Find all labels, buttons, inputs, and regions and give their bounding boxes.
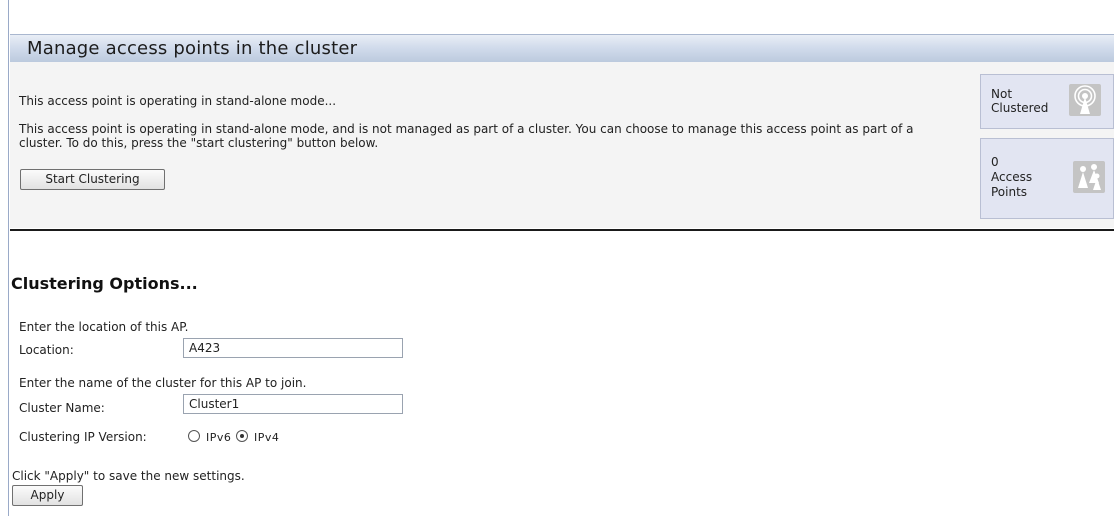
ip-version-label: Clustering IP Version: (19, 430, 147, 444)
ipv4-radio[interactable] (236, 430, 248, 442)
cluster-name-label: Cluster Name: (19, 401, 105, 415)
access-points-line2: Points (991, 185, 1028, 199)
cluster-state-panel: Not Clustered (980, 74, 1114, 129)
start-clustering-button[interactable]: Start Clustering (20, 169, 165, 190)
cluster-name-hint: Enter the name of the cluster for this A… (19, 376, 307, 390)
access-points-icon (1073, 161, 1105, 193)
apply-hint: Click "Apply" to save the new settings. (12, 469, 245, 483)
page-left-border (8, 0, 9, 516)
cluster-name-input[interactable] (183, 394, 403, 414)
status-summary: This access point is operating in stand-… (19, 94, 337, 108)
ipv4-label: IPv4 (254, 431, 280, 444)
location-label: Location: (19, 343, 74, 357)
wireless-tower-icon (1069, 84, 1101, 116)
access-points-count: 0 (991, 155, 999, 169)
cluster-state-line2: Clustered (991, 101, 1049, 115)
apply-button[interactable]: Apply (12, 485, 83, 506)
status-description: This access point is operating in stand-… (19, 122, 914, 150)
section-divider (10, 229, 1114, 231)
ipv6-radio[interactable] (188, 430, 200, 442)
page-title: Manage access points in the cluster (27, 38, 358, 59)
access-points-panel: 0 Access Points (980, 138, 1114, 219)
cluster-state-line1: Not (991, 87, 1013, 101)
page-header: Manage access points in the cluster (10, 34, 1114, 63)
access-points-line1: Access (991, 170, 1033, 184)
location-input[interactable] (183, 338, 403, 358)
location-hint: Enter the location of this AP. (19, 320, 189, 334)
clustering-options-heading: Clustering Options... (11, 274, 198, 293)
ipv6-label: IPv6 (206, 431, 232, 444)
